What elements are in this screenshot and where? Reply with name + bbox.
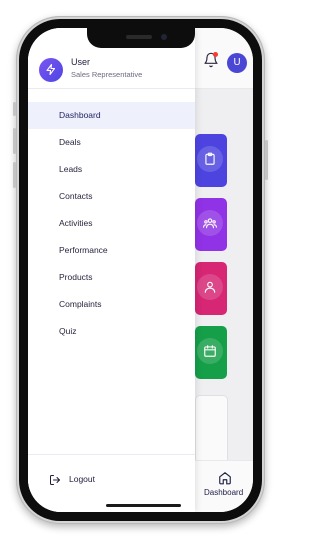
phone-screen: U Dashboard User Sales Representative Da… [28,28,253,512]
volume-up-button [13,128,16,154]
logout-label: Logout [69,474,95,484]
lightning-icon [46,63,56,76]
menu-item-dashboard[interactable]: Dashboard [28,102,195,129]
menu-item-activities[interactable]: Activities [28,210,195,237]
menu-item-deals[interactable]: Deals [28,129,195,156]
phone-bezel: U Dashboard User Sales Representative Da… [19,19,262,521]
logout-icon [50,475,60,485]
user-role: Sales Representative [71,70,143,79]
phone-frame: U Dashboard User Sales Representative Da… [13,16,268,524]
menu-item-contacts[interactable]: Contacts [28,183,195,210]
volume-down-button [13,162,16,188]
menu-item-leads[interactable]: Leads [28,156,195,183]
user-name: User [71,57,91,67]
menu-item-quiz[interactable]: Quiz [28,318,195,345]
profile-avatar [39,58,63,82]
mute-switch [13,102,16,116]
navigation-drawer: User Sales Representative Dashboard Deal… [28,28,195,512]
menu-item-products[interactable]: Products [28,264,195,291]
drawer-menu: Dashboard Deals Leads Contacts Activitie… [28,102,195,345]
menu-item-complaints[interactable]: Complaints [28,291,195,318]
notch [87,28,195,48]
menu-item-performance[interactable]: Performance [28,237,195,264]
speaker-grille [126,35,152,39]
power-button [265,140,268,180]
home-indicator [106,504,181,507]
front-camera [161,34,167,40]
